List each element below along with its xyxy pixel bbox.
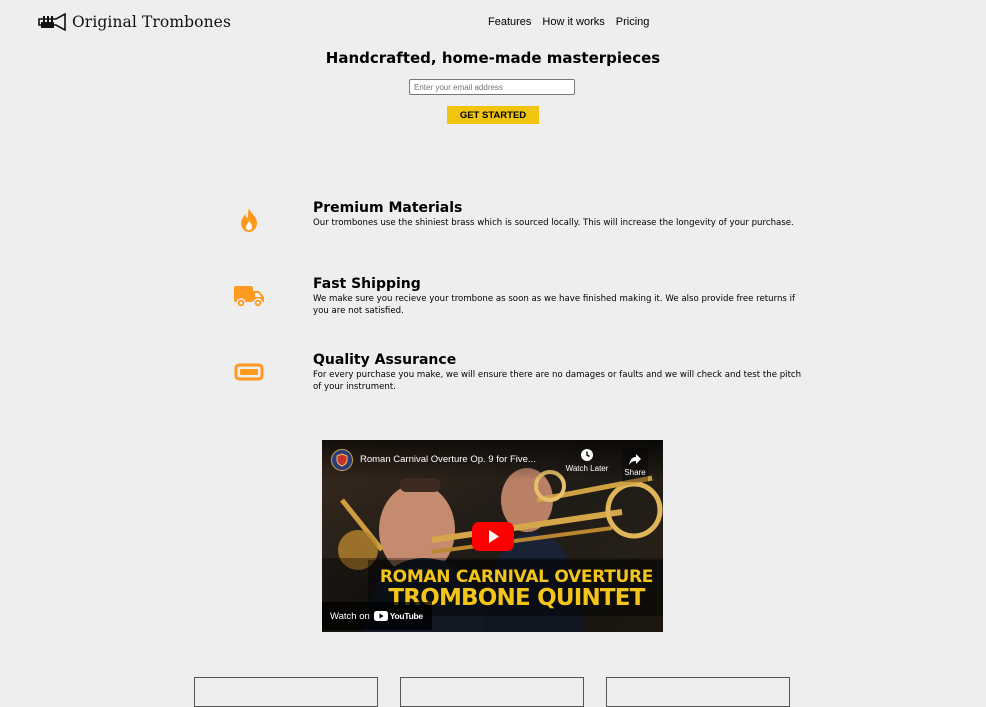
nav-link-how-it-works[interactable]: How it works [542,16,604,28]
feature-description-premium-materials: Our trombones use the shiniest brass whi… [313,218,794,228]
watch-on-youtube-link[interactable]: Watch on YouTube [322,602,432,630]
youtube-label: YouTube [389,611,423,621]
video-embed[interactable]: Roman Carnival Overture Op. 9 for Five..… [322,440,663,632]
clock-icon [581,449,593,461]
truck-icon [233,282,265,310]
share-button[interactable]: Share [622,448,648,482]
youtube-icon [373,611,388,621]
feature-description-fast-shipping: We make sure you recieve your trombone a… [313,294,796,316]
video-title[interactable]: Roman Carnival Overture Op. 9 for Five..… [360,454,536,465]
share-icon [629,454,641,465]
watch-later-button[interactable]: Watch Later [560,448,614,473]
trumpet-icon [38,13,66,31]
channel-avatar[interactable] [331,449,353,471]
youtube-logo: YouTube [373,611,423,621]
fire-icon [233,206,265,234]
email-input[interactable] [409,79,575,95]
feature-title-fast-shipping: Fast Shipping [313,276,421,292]
nav-link-features[interactable]: Features [488,16,531,28]
pricing-card [606,677,790,707]
watch-later-label: Watch Later [565,464,609,473]
battery-icon [233,358,265,386]
feature-description-quality-assurance: For every purchase you make, we will ens… [313,370,802,392]
play-button-icon[interactable] [472,522,514,551]
share-label: Share [624,468,646,477]
logo[interactable]: Original Trombones [38,10,231,34]
hero-title: Handcrafted, home-made masterpieces [325,49,661,67]
main-nav: Features How it works Pricing [488,16,660,28]
feature-title-premium-materials: Premium Materials [313,200,463,216]
logo-text: Original Trombones [72,13,232,31]
feature-title-quality-assurance: Quality Assurance [313,352,457,368]
get-started-button[interactable]: GET STARTED [447,106,539,124]
pricing-card [400,677,584,707]
pricing-card [194,677,378,707]
nav-link-pricing[interactable]: Pricing [616,16,650,28]
watch-on-label: Watch on [330,610,370,622]
